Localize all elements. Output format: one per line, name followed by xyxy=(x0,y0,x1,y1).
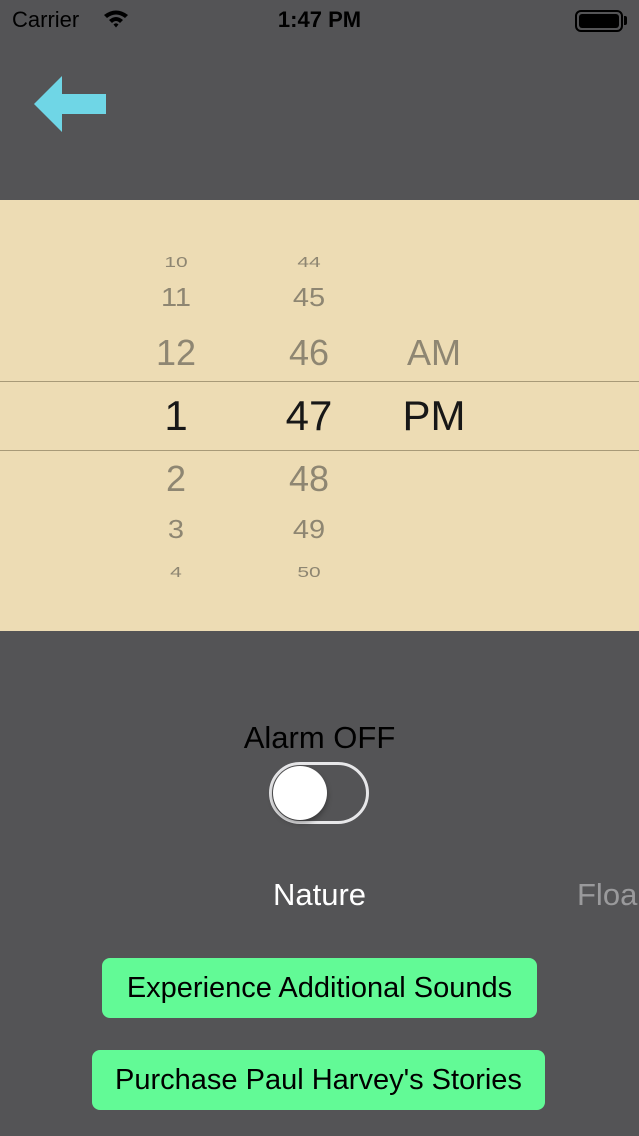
hour-option-1[interactable]: 1 xyxy=(164,395,187,437)
toggle-knob xyxy=(273,766,327,820)
battery-icon xyxy=(575,10,623,32)
minute-option-50[interactable]: 50 xyxy=(297,565,320,580)
back-button[interactable] xyxy=(30,72,110,136)
picker-selection-top-line xyxy=(0,381,639,382)
left-arrow-icon xyxy=(34,76,106,132)
hour-option-12[interactable]: 12 xyxy=(156,335,196,371)
battery-tip xyxy=(624,16,627,25)
category-nature[interactable]: Nature xyxy=(0,877,639,913)
hour-option-10[interactable]: 10 xyxy=(164,255,187,270)
alarm-settings-screen: Carrier 1:47 PM 10 11 12 1 2 3 4 44 45 46 47 48 49 5… xyxy=(0,0,639,1136)
hour-option-11[interactable]: 11 xyxy=(161,285,191,311)
minute-option-47[interactable]: 47 xyxy=(286,395,333,437)
category-next[interactable]: Floa xyxy=(577,877,637,913)
picker-selection-bottom-line xyxy=(0,450,639,451)
alarm-toggle[interactable] xyxy=(269,762,369,824)
minute-option-46[interactable]: 46 xyxy=(289,335,329,371)
minute-option-49[interactable]: 49 xyxy=(293,517,325,543)
hour-option-2[interactable]: 2 xyxy=(166,461,186,497)
period-option-AM[interactable]: AM xyxy=(407,335,461,371)
additional-sounds-button[interactable]: Experience Additional Sounds xyxy=(102,958,537,1018)
minute-option-45[interactable]: 45 xyxy=(293,285,325,311)
time-picker[interactable]: 10 11 12 1 2 3 4 44 45 46 47 48 49 50 AM PM xyxy=(0,200,639,631)
hour-option-3[interactable]: 3 xyxy=(168,517,184,543)
minute-option-44[interactable]: 44 xyxy=(297,255,320,270)
alarm-status-label: Alarm OFF xyxy=(243,720,396,755)
hour-option-4[interactable]: 4 xyxy=(170,565,182,580)
period-option-PM[interactable]: PM xyxy=(403,395,466,437)
status-time: 1:47 PM xyxy=(277,7,362,32)
status-bar: Carrier 1:47 PM xyxy=(0,0,639,40)
purchase-stories-button[interactable]: Purchase Paul Harvey's Stories xyxy=(92,1050,545,1110)
minute-option-48[interactable]: 48 xyxy=(289,461,329,497)
